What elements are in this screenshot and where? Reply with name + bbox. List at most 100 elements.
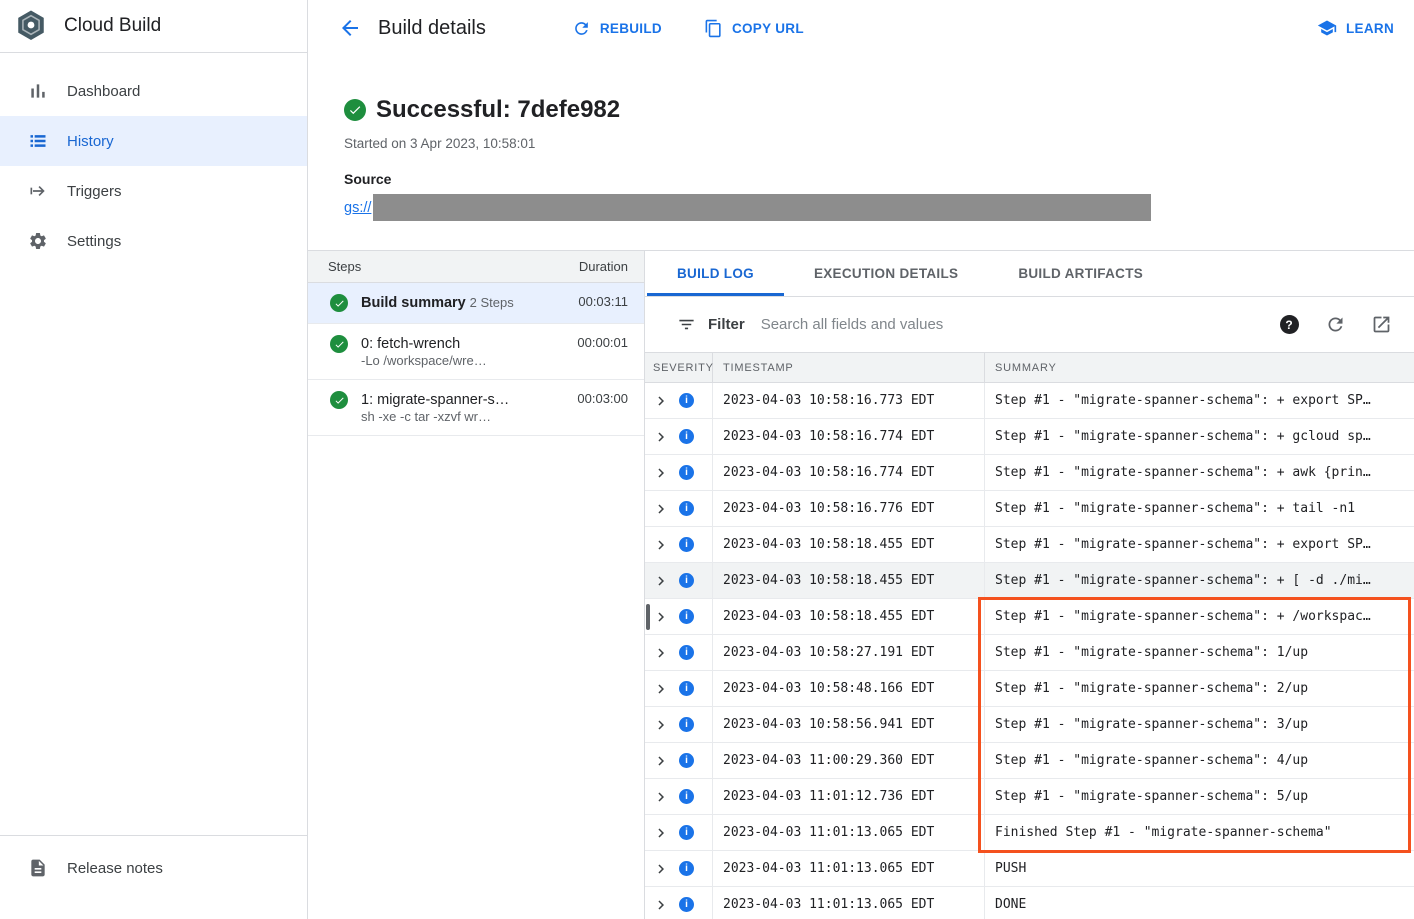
log-timestamp: 2023-04-03 11:00:29.360 EDT [713, 743, 985, 778]
log-severity-cell: i [645, 887, 713, 919]
sidebar-footer: Release notes [0, 835, 307, 919]
log-severity-cell: i [645, 635, 713, 670]
log-row[interactable]: i 2023-04-03 10:58:48.166 EDT Step #1 - … [645, 671, 1414, 707]
expand-chevron-icon[interactable] [652, 428, 670, 446]
step-text: Build summary 2 Steps [361, 294, 565, 312]
rebuild-button[interactable]: REBUILD [572, 19, 662, 38]
sidebar-item-history[interactable]: History [0, 116, 307, 166]
tab-build-log[interactable]: BUILD LOG [647, 251, 784, 296]
log-summary: Step #1 - "migrate-spanner-schema": 4/up [985, 743, 1414, 778]
log-row[interactable]: i 2023-04-03 10:58:56.941 EDT Step #1 - … [645, 707, 1414, 743]
expand-chevron-icon[interactable] [652, 608, 670, 626]
log-timestamp: 2023-04-03 10:58:16.776 EDT [713, 491, 985, 526]
trigger-arrow-icon [28, 181, 48, 201]
filter-button[interactable]: Filter [677, 315, 745, 334]
page-title: Build details [378, 17, 486, 40]
column-header-summary: SUMMARY [985, 353, 1414, 382]
expand-chevron-icon[interactable] [652, 536, 670, 554]
open-in-new-button[interactable] [1370, 314, 1392, 336]
log-timestamp: 2023-04-03 10:58:27.191 EDT [713, 635, 985, 670]
back-arrow-button[interactable] [338, 16, 362, 40]
step-row-1-migrate-spanner-schema[interactable]: 1: migrate-spanner-s… sh -xe -c tar -xzv… [308, 380, 644, 436]
log-row[interactable]: i 2023-04-03 11:01:13.065 EDT DONE [645, 887, 1414, 919]
sidebar-item-settings[interactable]: Settings [0, 216, 307, 266]
log-severity-cell: i [645, 671, 713, 706]
log-panel: BUILD LOG EXECUTION DETAILS BUILD ARTIFA… [645, 251, 1414, 919]
log-severity-cell: i [645, 707, 713, 742]
expand-chevron-icon[interactable] [652, 644, 670, 662]
expand-chevron-icon[interactable] [652, 896, 670, 914]
sidebar-item-triggers[interactable]: Triggers [0, 166, 307, 216]
app-header[interactable]: Cloud Build [0, 0, 307, 53]
info-severity-icon: i [679, 501, 694, 516]
info-severity-icon: i [679, 717, 694, 732]
copy-url-button[interactable]: COPY URL [704, 19, 804, 38]
log-summary: Step #1 - "migrate-spanner-schema": + [ … [985, 563, 1414, 598]
expand-chevron-icon[interactable] [652, 788, 670, 806]
log-row[interactable]: i 2023-04-03 10:58:16.773 EDT Step #1 - … [645, 383, 1414, 419]
expand-chevron-icon[interactable] [652, 392, 670, 410]
expand-chevron-icon[interactable] [652, 716, 670, 734]
log-row[interactable]: i 2023-04-03 11:01:13.065 EDT PUSH [645, 851, 1414, 887]
log-row[interactable]: i 2023-04-03 10:58:18.455 EDT Step #1 - … [645, 527, 1414, 563]
scrollbar-thumb[interactable] [646, 604, 650, 630]
log-row[interactable]: i 2023-04-03 11:00:29.360 EDT Step #1 - … [645, 743, 1414, 779]
help-button[interactable]: ? [1278, 314, 1300, 336]
log-severity-cell: i [645, 743, 713, 778]
copy-url-label: COPY URL [732, 21, 804, 36]
learn-label: LEARN [1346, 21, 1394, 36]
expand-chevron-icon[interactable] [652, 680, 670, 698]
sidebar-item-release-notes[interactable]: Release notes [0, 844, 307, 892]
step-title: 1: migrate-spanner-s… [361, 392, 509, 408]
step-success-check-icon [330, 391, 348, 409]
source-gs-link[interactable]: gs:// [344, 200, 371, 216]
log-row[interactable]: i 2023-04-03 11:01:13.065 EDT Finished S… [645, 815, 1414, 851]
expand-chevron-icon[interactable] [652, 572, 670, 590]
expand-chevron-icon[interactable] [652, 752, 670, 770]
sidebar-item-label: Settings [67, 233, 121, 250]
log-severity-cell: i [645, 779, 713, 814]
expand-chevron-icon[interactable] [652, 824, 670, 842]
log-row[interactable]: i 2023-04-03 11:01:12.736 EDT Step #1 - … [645, 779, 1414, 815]
log-row[interactable]: i 2023-04-03 10:58:27.191 EDT Step #1 - … [645, 635, 1414, 671]
log-row[interactable]: i 2023-04-03 10:58:16.776 EDT Step #1 - … [645, 491, 1414, 527]
dashboard-icon [28, 81, 48, 101]
step-row-0-fetch-wrench[interactable]: 0: fetch-wrench -Lo /workspace/wre… 00:0… [308, 324, 644, 380]
log-timestamp: 2023-04-03 11:01:13.065 EDT [713, 815, 985, 850]
tab-execution-details[interactable]: EXECUTION DETAILS [784, 251, 988, 296]
step-duration: 00:03:11 [578, 294, 628, 312]
expand-chevron-icon[interactable] [652, 500, 670, 518]
history-list-icon [28, 131, 48, 151]
sidebar-item-label: Dashboard [67, 83, 140, 100]
log-timestamp: 2023-04-03 10:58:48.166 EDT [713, 671, 985, 706]
log-row[interactable]: i 2023-04-03 10:58:18.455 EDT Step #1 - … [645, 599, 1414, 635]
log-summary: Step #1 - "migrate-spanner-schema": + ex… [985, 383, 1414, 418]
log-summary: Step #1 - "migrate-spanner-schema": 2/up [985, 671, 1414, 706]
log-timestamp: 2023-04-03 10:58:16.774 EDT [713, 419, 985, 454]
sidebar-item-dashboard[interactable]: Dashboard [0, 66, 307, 116]
expand-chevron-icon[interactable] [652, 464, 670, 482]
success-check-icon [344, 99, 366, 121]
log-row[interactable]: i 2023-04-03 10:58:16.774 EDT Step #1 - … [645, 419, 1414, 455]
log-row[interactable]: i 2023-04-03 10:58:18.455 EDT Step #1 - … [645, 563, 1414, 599]
step-subtitle: sh -xe -c tar -xzvf wr… [361, 409, 491, 424]
source-label: Source [344, 171, 1414, 187]
info-severity-icon: i [679, 897, 694, 912]
learn-school-icon [1317, 18, 1337, 38]
tab-build-artifacts[interactable]: BUILD ARTIFACTS [988, 251, 1173, 296]
step-subtitle: -Lo /workspace/wre… [361, 353, 487, 368]
steps-panel: Steps Duration Build summary 2 Steps 00:… [308, 251, 645, 919]
topbar: Build details REBUILD COPY URL LEARN [308, 0, 1414, 56]
step-success-check-icon [330, 294, 348, 312]
help-question-icon: ? [1280, 315, 1299, 334]
log-row[interactable]: i 2023-04-03 10:58:16.774 EDT Step #1 - … [645, 455, 1414, 491]
log-filter-input[interactable] [761, 316, 1278, 333]
build-detail-content: Steps Duration Build summary 2 Steps 00:… [308, 250, 1414, 919]
expand-chevron-icon[interactable] [652, 860, 670, 878]
log-summary: Step #1 - "migrate-spanner-schema": + aw… [985, 455, 1414, 490]
refresh-log-button[interactable] [1324, 314, 1346, 336]
log-timestamp: 2023-04-03 10:58:56.941 EDT [713, 707, 985, 742]
log-timestamp: 2023-04-03 11:01:13.065 EDT [713, 851, 985, 886]
learn-link[interactable]: LEARN [1317, 18, 1394, 38]
step-row-build-summary[interactable]: Build summary 2 Steps 00:03:11 [308, 283, 644, 324]
